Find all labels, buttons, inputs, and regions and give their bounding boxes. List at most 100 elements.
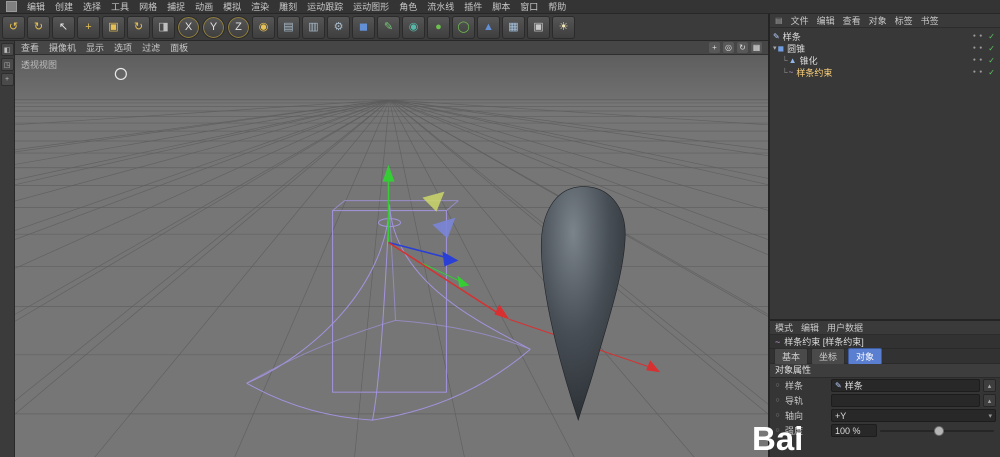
deformer-icon[interactable]: ▲ [477,16,500,39]
link-picker-icon[interactable]: ▴ [983,394,996,407]
viewport-menu-3[interactable]: 选项 [114,41,132,54]
enabled-check-icon[interactable]: ✓ [988,44,995,53]
viewport-menu-4[interactable]: 过滤 [142,41,160,54]
visibility-dots-icon[interactable]: ● ● [973,69,983,75]
menu-item-3[interactable]: 工具 [111,0,129,13]
tree-row-1[interactable]: ▾◼圆锥● ●✓ [770,42,1000,54]
axis-mode-icon[interactable]: + [1,73,14,86]
menu-item-8[interactable]: 渲染 [251,0,269,13]
pan-view-icon[interactable]: + [709,42,720,53]
rotate-tool-icon[interactable]: ↻ [127,16,150,39]
z-axis-lock[interactable]: Z [227,16,250,39]
last-tool-icon[interactable]: ◨ [152,16,175,39]
om-menu-4[interactable]: 标签 [895,14,913,27]
strength-slider[interactable] [880,425,996,436]
tab-坐标[interactable]: 坐标 [811,348,845,365]
menu-item-0[interactable]: 编辑 [27,0,45,13]
visibility-dots-icon[interactable]: ● ● [973,57,983,63]
undo-icon[interactable]: ↺ [2,16,25,39]
menu-item-11[interactable]: 运动图形 [353,0,389,13]
om-menu-1[interactable]: 编辑 [817,14,835,27]
redo-icon[interactable]: ↻ [27,16,50,39]
menu-item-13[interactable]: 流水线 [427,0,454,13]
menu-item-5[interactable]: 捕捉 [167,0,185,13]
attribute-manager-menu-bar: 模式编辑用户数据 [770,321,1000,335]
camera-icon[interactable]: ▣ [527,16,550,39]
object-name[interactable]: 样条约束 [796,66,832,79]
rotate-view-icon[interactable]: ↻ [737,42,748,53]
am-menu-1[interactable]: 编辑 [801,321,819,334]
move-tool-icon[interactable]: + [77,16,100,39]
horn-mesh-object[interactable] [541,187,625,421]
zoom-view-icon[interactable]: ◎ [723,42,734,53]
keyframe-dot-icon[interactable]: ○ [774,412,781,419]
menu-item-9[interactable]: 雕刻 [279,0,297,13]
plane-handle-xz[interactable] [432,218,455,239]
tree-row-0[interactable]: ✎样条● ●✓ [770,30,1000,42]
expander-icon[interactable]: ▾ [773,44,777,52]
link-picker-icon[interactable]: ▴ [983,379,996,392]
menu-item-17[interactable]: 帮助 [548,0,566,13]
am-menu-2[interactable]: 用户数据 [827,321,863,334]
y-axis-lock[interactable]: Y [202,16,225,39]
keyframe-dot-icon[interactable]: ○ [774,382,781,389]
y-axis-arrow[interactable] [383,165,395,243]
spline-pen-icon[interactable]: ✎ [377,16,400,39]
axis-dropdown[interactable]: +Y▾ [831,409,996,422]
enabled-check-icon[interactable]: ✓ [988,56,995,65]
viewport-menu-0[interactable]: 查看 [21,41,39,54]
enabled-check-icon[interactable]: ✓ [988,32,995,41]
menu-item-12[interactable]: 角色 [399,0,417,13]
menu-item-16[interactable]: 窗口 [520,0,538,13]
simulate-icon[interactable]: ◯ [452,16,475,39]
link-field[interactable] [831,394,980,407]
menu-item-14[interactable]: 插件 [464,0,482,13]
make-editable-icon[interactable]: ◧ [1,43,14,56]
render-settings-icon[interactable]: ⚙ [327,16,350,39]
om-menu-2[interactable]: 查看 [843,14,861,27]
scale-tool-icon[interactable]: ▣ [102,16,125,39]
tree-row-3[interactable]: └~样条约束● ●✓ [770,66,1000,78]
viewport-corner-icons: +◎↻▦ [709,42,762,53]
om-menu-3[interactable]: 对象 [869,14,887,27]
tree-row-2[interactable]: └▲锥化● ●✓ [770,54,1000,66]
visibility-dots-icon[interactable]: ● ● [973,45,983,51]
menu-item-4[interactable]: 网格 [139,0,157,13]
visibility-dots-icon[interactable]: ● ● [973,33,983,39]
primitive-cube-icon[interactable]: ◼ [352,16,375,39]
object-manager[interactable]: ✎样条● ●✓▾◼圆锥● ●✓└▲锥化● ●✓└~样条约束● ●✓ [770,28,1000,321]
menu-item-10[interactable]: 运动跟踪 [307,0,343,13]
coordinate-system-icon[interactable]: ◉ [252,16,275,39]
plane-handle-xy[interactable] [422,192,444,212]
viewport-canvas[interactable]: 透视视图 [15,55,768,457]
viewport-menu-1[interactable]: 摄像机 [49,41,76,54]
link-field[interactable]: ✎样条 [831,379,980,392]
tab-对象[interactable]: 对象 [848,348,882,365]
layout-toggle-icon[interactable]: ▦ [751,42,762,53]
om-menu-5[interactable]: 书签 [921,14,939,27]
mograph-icon[interactable]: ● [427,16,450,39]
floor-icon[interactable]: ▦ [502,16,525,39]
render-picture-viewer-icon[interactable]: ▥ [302,16,325,39]
keyframe-dot-icon[interactable]: ○ [774,397,781,404]
menu-item-6[interactable]: 动画 [195,0,213,13]
strength-input[interactable]: 100 % [831,424,877,437]
section-header-object-properties: 对象属性 [770,364,1000,378]
light-icon[interactable]: ☀ [552,16,575,39]
menu-item-7[interactable]: 模拟 [223,0,241,13]
am-menu-0[interactable]: 模式 [775,321,793,334]
live-selection-icon[interactable]: ↖ [52,16,75,39]
tab-基本[interactable]: 基本 [774,348,808,365]
menu-item-2[interactable]: 选择 [83,0,101,13]
slider-knob[interactable] [934,426,944,436]
render-view-icon[interactable]: ▤ [277,16,300,39]
subdivision-surface-icon[interactable]: ◉ [402,16,425,39]
x-axis-lock[interactable]: X [177,16,200,39]
enabled-check-icon[interactable]: ✓ [988,68,995,77]
viewport-menu-2[interactable]: 显示 [86,41,104,54]
om-menu-0[interactable]: 文件 [791,14,809,27]
viewport-menu-5[interactable]: 面板 [170,41,188,54]
menu-item-1[interactable]: 创建 [55,0,73,13]
menu-item-15[interactable]: 脚本 [492,0,510,13]
model-mode-icon[interactable]: ◳ [1,58,14,71]
